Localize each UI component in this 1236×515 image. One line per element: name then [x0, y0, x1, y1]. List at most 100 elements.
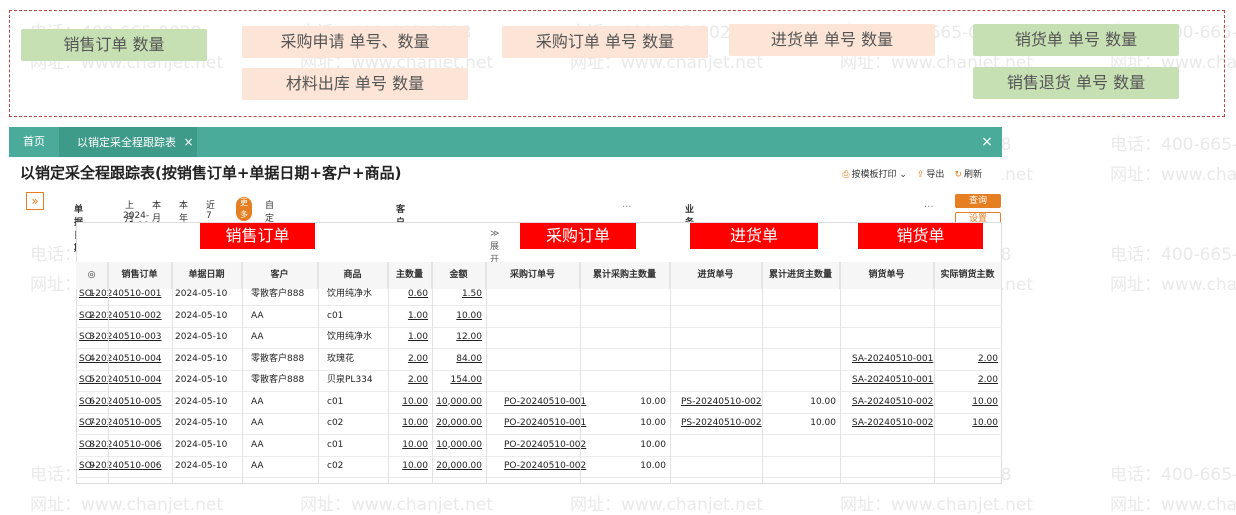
column-divider — [108, 262, 109, 484]
cell-sa[interactable] — [852, 456, 936, 477]
cell-saqty[interactable] — [938, 284, 998, 305]
cell-poqty — [584, 306, 666, 327]
salesman-picker-icon[interactable]: ... — [924, 199, 934, 210]
cell-amt[interactable]: 20,000.00 — [436, 413, 482, 434]
cell-qty[interactable]: 1.00 — [392, 306, 428, 327]
cell-saqty[interactable]: 10.00 — [938, 413, 998, 434]
cell-psqty — [766, 370, 836, 391]
tab-close-icon[interactable]: × — [184, 135, 194, 149]
cell-so[interactable]: SO-20240510-005 — [79, 413, 179, 434]
cell-amt[interactable]: 84.00 — [436, 349, 482, 370]
cell-so[interactable]: SO-20240510-003 — [79, 327, 179, 348]
flow-sales-order-qty: 销售订单 数量 — [21, 29, 207, 61]
column-divider — [840, 262, 841, 484]
expand-filter-icon[interactable]: » — [26, 192, 44, 210]
cell-so[interactable]: SO-20240510-005 — [79, 392, 179, 413]
cell-cust: 零散客户888 — [251, 375, 305, 385]
cell-psqty — [766, 306, 836, 327]
cell-date: 2024-05-10 — [175, 332, 228, 342]
refresh-icon: ↻ — [954, 170, 962, 180]
cell-qty[interactable]: 10.00 — [392, 435, 428, 456]
tab-home[interactable]: 首页 — [9, 127, 59, 157]
cell-date: 2024-05-10 — [175, 461, 228, 471]
print-template-button[interactable]: ⎙ 按模板打印 ⌄ — [842, 167, 907, 180]
cell-item: c01 — [327, 439, 344, 450]
cell-amt[interactable]: 10.00 — [436, 306, 482, 327]
flow-sales-delivery: 销货单 单号 数量 — [973, 24, 1179, 56]
chip-more[interactable]: 更多 — [236, 197, 252, 221]
tab-tracking-report[interactable]: 以销定采全程跟踪表 × — [59, 127, 197, 157]
cell-poqty: 10.00 — [640, 439, 666, 450]
cell-item: 饮用纯净水 — [327, 289, 373, 299]
tab-bar: 首页 以销定采全程跟踪表 × × — [9, 127, 1002, 157]
cell-so[interactable]: SO-20240510-006 — [79, 456, 179, 477]
cell-sa[interactable] — [852, 306, 936, 327]
cell-sa[interactable] — [852, 327, 936, 348]
cell-psqty: 10.00 — [810, 418, 836, 428]
cell-date: 2024-05-10 — [175, 439, 228, 450]
cell-saqty[interactable] — [938, 435, 998, 456]
cell-qty[interactable]: 2.00 — [392, 370, 428, 391]
query-button[interactable]: 查询 — [955, 194, 1001, 208]
cell-qty[interactable]: 10.00 — [392, 392, 428, 413]
cell-date: 2024-05-10 — [175, 418, 228, 428]
cell-amt[interactable]: 10,000.00 — [436, 392, 482, 413]
cell-so[interactable]: SO-20240510-002 — [79, 306, 179, 327]
tab-tracking-report-label: 以销定采全程跟踪表 — [77, 136, 176, 149]
cell-sa[interactable]: SA-20240510-002 — [852, 392, 936, 413]
export-button[interactable]: ⇪ 导出 — [917, 167, 945, 180]
flow-panel: 销售订单 数量 采购申请 单号、数量 材料出库 单号 数量 采购订单 单号 数量… — [9, 10, 1225, 117]
watermark-phone: 电话：400-665-0028 — [1110, 245, 1236, 265]
customer-picker-icon[interactable]: ... — [622, 199, 632, 210]
cell-psqty — [766, 456, 836, 477]
column-divider — [318, 262, 319, 484]
chip-this-month[interactable]: 本月 — [152, 198, 161, 224]
chip-this-year[interactable]: 本年 — [179, 198, 188, 224]
section-label-sales-delivery: 销货单 — [858, 223, 983, 249]
cell-sa[interactable]: SA-20240510-001 — [852, 349, 936, 370]
cell-so[interactable]: SO-20240510-001 — [79, 284, 179, 305]
cell-cust: AA — [251, 418, 264, 428]
cell-saqty[interactable] — [938, 327, 998, 348]
cell-amt[interactable]: 154.00 — [436, 370, 483, 391]
cell-saqty[interactable]: 2.00 — [938, 370, 998, 391]
print-template-label: 按模板打印 — [851, 170, 897, 180]
cell-amt[interactable]: 1.50 — [436, 284, 482, 305]
cell-amt[interactable]: 10,000.00 — [436, 435, 482, 456]
cell-amt[interactable]: 12.00 — [436, 327, 482, 348]
cell-cust: 零散客户888 — [251, 353, 305, 364]
cell-psqty: 10.00 — [810, 396, 836, 407]
cell-sa[interactable] — [852, 435, 936, 456]
cell-amt[interactable]: 20,000.00 — [436, 456, 482, 477]
cell-sa[interactable]: SA-20240510-001 — [852, 370, 936, 391]
cell-qty[interactable]: 10.00 — [392, 456, 428, 477]
expand-toggle[interactable]: ≫ 展开 — [490, 229, 499, 265]
cell-qty[interactable]: 1.00 — [392, 327, 428, 348]
cell-saqty[interactable]: 10.00 — [938, 392, 998, 413]
refresh-button[interactable]: ↻ 刷新 — [954, 167, 982, 180]
cell-item: c02 — [327, 418, 344, 428]
cell-so[interactable]: SO-20240510-004 — [79, 349, 179, 370]
flow-receipt: 进货单 单号 数量 — [729, 24, 935, 56]
cell-qty[interactable]: 10.00 — [392, 413, 428, 434]
cell-so[interactable]: SO-20240510-006 — [79, 435, 179, 456]
export-label: 导出 — [926, 170, 945, 180]
cell-cust: AA — [251, 310, 264, 321]
watermark-site: 网址：www.chanjet.net — [1110, 275, 1236, 295]
flow-material-issue: 材料出库 单号 数量 — [242, 68, 468, 100]
cell-qty[interactable]: 2.00 — [392, 349, 428, 370]
cell-saqty[interactable] — [938, 456, 998, 477]
cell-qty[interactable]: 0.60 — [392, 284, 428, 305]
cell-sa[interactable] — [852, 284, 936, 305]
cell-cust: AA — [251, 396, 264, 407]
cell-sa[interactable]: SA-20240510-002 — [852, 413, 936, 434]
cell-poqty — [584, 284, 666, 305]
watermark-site: 网址：www.chanjet.net — [1110, 495, 1236, 515]
cell-saqty[interactable] — [938, 306, 998, 327]
chevron-down-icon[interactable]: ⌄ — [899, 170, 907, 180]
window-close-icon[interactable]: × — [972, 127, 1002, 157]
cell-poqty — [584, 370, 666, 391]
cell-so[interactable]: SO-20240510-004 — [79, 370, 179, 391]
cell-psqty — [766, 327, 836, 348]
cell-saqty[interactable]: 2.00 — [938, 349, 998, 370]
